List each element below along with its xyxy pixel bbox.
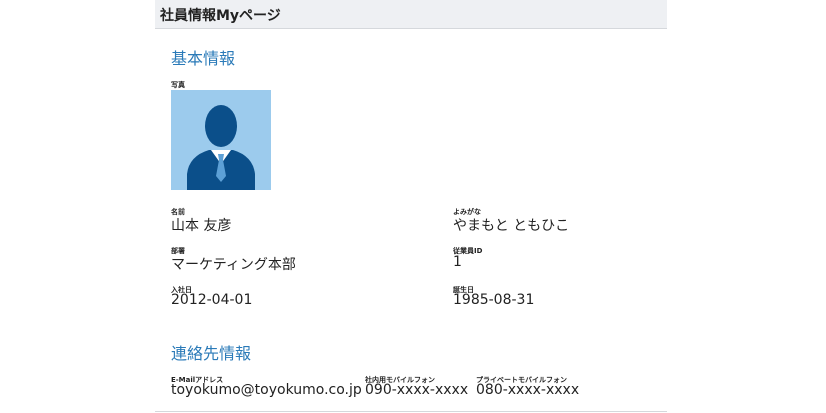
page-title: 社員情報Myページ xyxy=(160,8,281,24)
department-value: マーケティング本部 xyxy=(171,257,296,273)
kana-value: やまもと ともひこ xyxy=(453,218,570,234)
email-value: toyokumo@toyokumo.co.jp xyxy=(171,382,362,398)
employee-photo xyxy=(171,90,271,190)
page-header: 社員情報Myページ xyxy=(155,0,667,29)
bottom-divider xyxy=(155,411,667,412)
employee-id-value: 1 xyxy=(453,254,462,270)
name-value: 山本 友彦 xyxy=(171,218,232,234)
join-date-value: 2012-04-01 xyxy=(171,292,253,308)
employee-page: 社員情報Myページ 基本情報 写真 名前 山本 友彦 よみがな やまもと ともひ… xyxy=(155,0,667,413)
photo-label: 写真 xyxy=(171,81,185,89)
user-avatar-icon xyxy=(187,105,255,190)
birthday-value: 1985-08-31 xyxy=(453,292,535,308)
private-mobile-value: 080-xxxx-xxxx xyxy=(476,382,580,398)
company-mobile-value: 090-xxxx-xxxx xyxy=(365,382,469,398)
section-title-basic: 基本情報 xyxy=(171,49,236,68)
section-title-contact: 連絡先情報 xyxy=(171,344,252,363)
